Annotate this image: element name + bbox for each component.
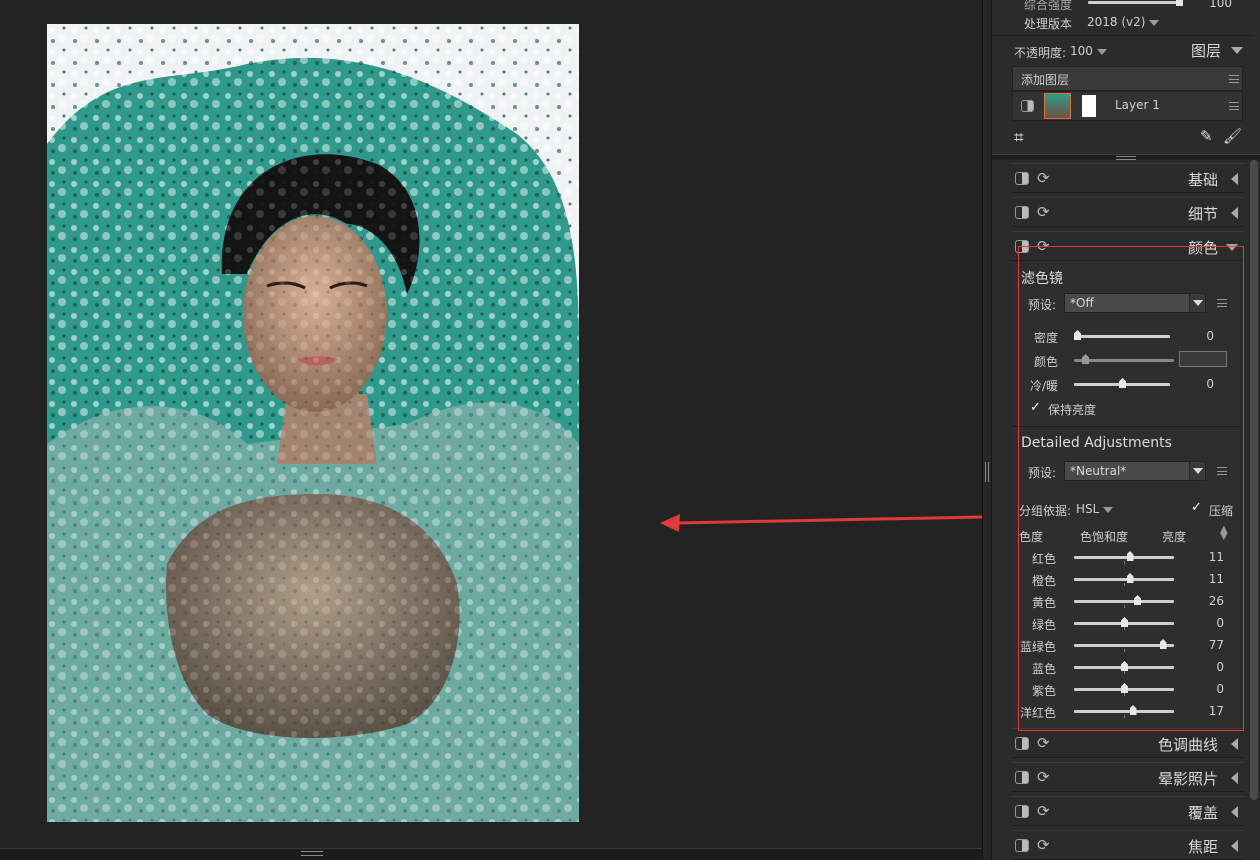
reset-icon[interactable]: ⟳ [1037, 204, 1053, 220]
section-title: 色调曲线 [1157, 736, 1218, 754]
strength-slider[interactable] [1088, 1, 1178, 4]
layers-collapse-icon[interactable] [1231, 47, 1243, 54]
expand-icon[interactable] [1231, 738, 1238, 750]
divider-grip-icon[interactable] [1116, 156, 1136, 160]
toggle-icon[interactable] [1015, 839, 1029, 852]
section-title: 覆盖 [1187, 804, 1218, 822]
annotation-box [1018, 246, 1244, 731]
toggle-icon[interactable] [1015, 172, 1029, 185]
expand-icon[interactable] [1231, 173, 1238, 185]
engine-label: 处理版本 [1024, 17, 1073, 31]
reset-icon[interactable]: ⟳ [1037, 769, 1053, 785]
splitter-grip-icon[interactable] [985, 462, 989, 482]
engine-dropdown[interactable]: 2018 (v2) [1087, 15, 1160, 29]
eraser-icon[interactable]: ✎ [1200, 127, 1213, 145]
panel-scrollbar[interactable] [1250, 160, 1258, 800]
section-tone-curve[interactable]: ⟳ 色调曲线 [1012, 728, 1244, 758]
layer-toggle-icon[interactable] [1021, 100, 1034, 112]
reset-icon[interactable]: ⟳ [1037, 735, 1053, 751]
layer-name[interactable]: Layer 1 [1115, 98, 1160, 112]
crop-icon[interactable]: ⌗ [1014, 128, 1024, 148]
brush-icon[interactable]: 🖌 [1223, 127, 1242, 145]
dropdown-arrow-icon [1149, 19, 1160, 26]
layers-title: 图层 [1191, 42, 1222, 60]
section-title: 焦距 [1187, 838, 1218, 856]
section-title: 基础 [1187, 171, 1218, 189]
expand-icon[interactable] [1231, 207, 1238, 219]
section-detail[interactable]: ⟳ 细节 [1012, 197, 1244, 227]
toggle-icon[interactable] [1015, 771, 1029, 784]
expand-icon[interactable] [1231, 840, 1238, 852]
reset-icon[interactable]: ⟳ [1037, 837, 1053, 853]
section-vignette[interactable]: ⟳ 晕影照片 [1012, 762, 1244, 792]
section-overlay[interactable]: ⟳ 覆盖 [1012, 796, 1244, 826]
photo-preview [47, 24, 579, 822]
layer-thumbnail[interactable] [1044, 93, 1071, 119]
reset-icon[interactable]: ⟳ [1037, 803, 1053, 819]
opacity-label: 不透明度: [1014, 46, 1067, 60]
bottom-resize-bar[interactable] [0, 848, 982, 860]
dropdown-arrow-icon [1096, 48, 1107, 55]
menu-icon[interactable] [1229, 75, 1239, 83]
strength-thumb[interactable] [1176, 0, 1183, 6]
menu-icon[interactable] [1229, 102, 1239, 110]
toggle-icon[interactable] [1015, 805, 1029, 818]
toggle-icon[interactable] [1015, 206, 1029, 219]
section-title: 细节 [1187, 205, 1218, 223]
opacity-dropdown[interactable]: 100 [1070, 44, 1107, 58]
strength-value: 100 [1209, 0, 1232, 10]
reset-icon[interactable]: ⟳ [1037, 170, 1053, 186]
bottom-grip-icon[interactable] [301, 851, 323, 856]
engine-block: 综合强度 100 处理版本 2018 (v2) [992, 0, 1252, 36]
image-canvas[interactable] [0, 0, 982, 848]
toggle-icon[interactable] [1015, 737, 1029, 750]
section-basic[interactable]: ⟳ 基础 [1012, 163, 1244, 193]
photo-image [47, 24, 579, 822]
add-layer-label: 添加图层 [1021, 73, 1070, 87]
panel-splitter[interactable] [982, 0, 992, 860]
add-layer-row[interactable]: 添加图层 [1012, 66, 1243, 91]
expand-icon[interactable] [1231, 806, 1238, 818]
layer-mask-thumbnail[interactable] [1082, 95, 1096, 117]
layer-row[interactable]: Layer 1 [1012, 91, 1243, 121]
expand-icon[interactable] [1231, 772, 1238, 784]
section-title: 晕影照片 [1157, 770, 1218, 788]
section-focus[interactable]: ⟳ 焦距 [1012, 830, 1244, 860]
adjustment-panel: 综合强度 100 处理版本 2018 (v2) 不透明度: 100 图层 添加图… [992, 0, 1260, 860]
strength-label: 综合强度 [1024, 0, 1073, 12]
